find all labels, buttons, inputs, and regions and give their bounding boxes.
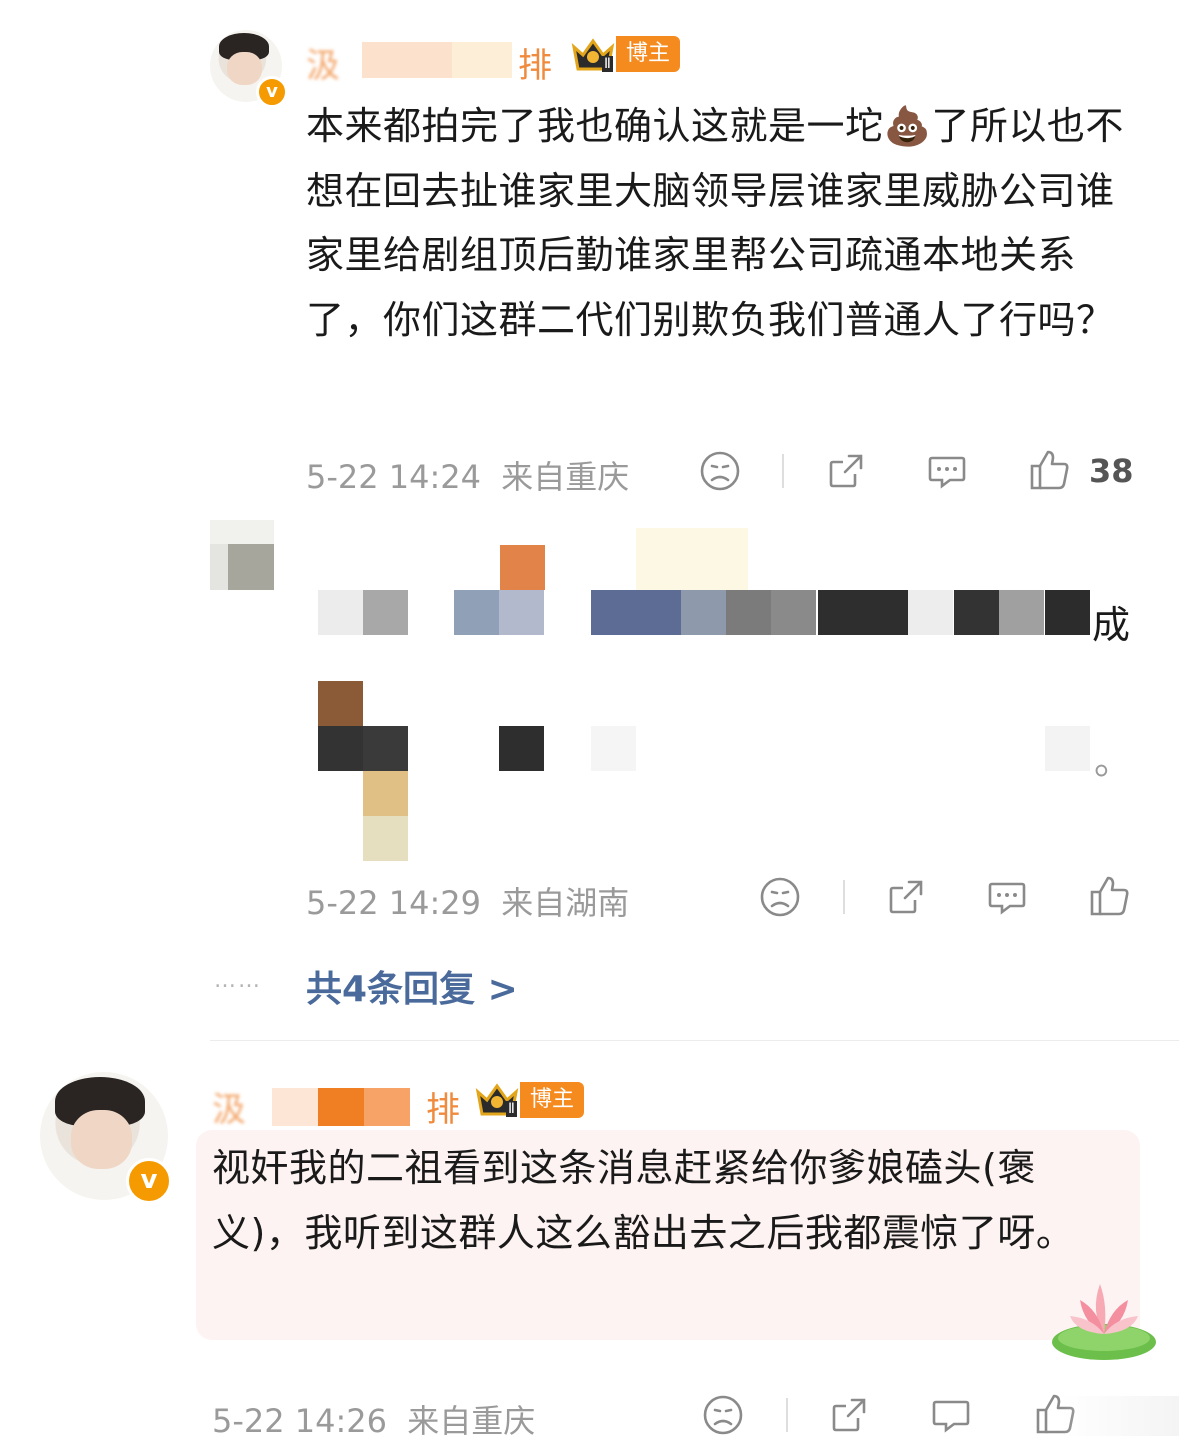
username-end: 排 [426, 1090, 460, 1130]
username-blurred[interactable]: 汲 排 [306, 38, 566, 86]
blur-block [272, 1088, 318, 1126]
rank-label: Ⅱ [506, 1101, 517, 1117]
blur-block [364, 1088, 410, 1126]
more-replies-link[interactable]: 共4条回复 > [306, 960, 518, 1012]
thumbs-up-icon[interactable] [1028, 448, 1072, 492]
reply-content-mosaic [318, 528, 1138, 868]
share-icon[interactable] [828, 1394, 870, 1436]
separator [843, 880, 845, 914]
comment-meta: 5-22 14:24 来自重庆 [306, 452, 629, 498]
avatar-face [227, 51, 262, 85]
sad-face-icon[interactable] [699, 450, 741, 492]
username-start: 汲 [306, 46, 340, 86]
verified-badge-icon: v [256, 76, 288, 108]
reply-avatar-mosaic[interactable] [210, 520, 274, 592]
blogger-tag: 博主 [520, 1082, 585, 1118]
location: 来自重庆 [407, 1402, 536, 1440]
thumbs-up-icon[interactable] [1088, 874, 1132, 918]
separator [786, 1398, 788, 1432]
lotus-decoration-icon [1052, 1284, 1156, 1360]
share-icon[interactable] [825, 450, 867, 492]
blogger-tag: 博主 [616, 36, 681, 72]
comment-text: 本来都拍完了我也确认这就是一坨💩了所以也不想在回去扯谁家里大脑领导层谁家里威胁公… [306, 104, 1124, 342]
reply-meta: 5-22 14:29 来自湖南 [306, 878, 629, 924]
avatar-face [70, 1110, 133, 1170]
sad-face-icon[interactable] [759, 876, 801, 918]
location: 来自重庆 [501, 458, 630, 496]
like-count: 38 [1089, 452, 1134, 490]
location: 来自湖南 [501, 884, 630, 922]
rank-label: Ⅱ [602, 56, 613, 72]
comment-text: 视奸我的二祖看到这条消息赶紧给你爹娘磕头(褒义)，我听到这群人这么豁出去之后我都… [212, 1146, 1075, 1255]
reply-text-fragment: 成 [1092, 603, 1131, 647]
blur-block [362, 42, 452, 78]
comment-icon[interactable] [930, 1394, 972, 1436]
verified-badge-icon: v [126, 1158, 172, 1204]
comment-icon[interactable] [986, 876, 1028, 918]
blur-block [318, 1088, 364, 1126]
comment-meta: 5-22 14:26 来自重庆 [212, 1396, 535, 1442]
username-blurred[interactable]: 汲 排 [212, 1082, 472, 1130]
comment-icon[interactable] [926, 450, 968, 492]
timestamp: 5-22 14:24 [306, 458, 482, 496]
divider [210, 1040, 1179, 1041]
timestamp: 5-22 14:26 [212, 1402, 388, 1440]
timestamp: 5-22 14:29 [306, 884, 482, 922]
reply-text-end: 。 [1094, 739, 1133, 783]
username-end: 排 [518, 46, 552, 86]
replies-dots: …… [214, 968, 262, 993]
separator [782, 454, 784, 488]
share-icon[interactable] [885, 876, 927, 918]
blur-block [452, 42, 512, 78]
watermark-blur [1060, 1396, 1179, 1436]
sad-face-icon[interactable] [702, 1394, 744, 1436]
username-start: 汲 [212, 1090, 246, 1130]
